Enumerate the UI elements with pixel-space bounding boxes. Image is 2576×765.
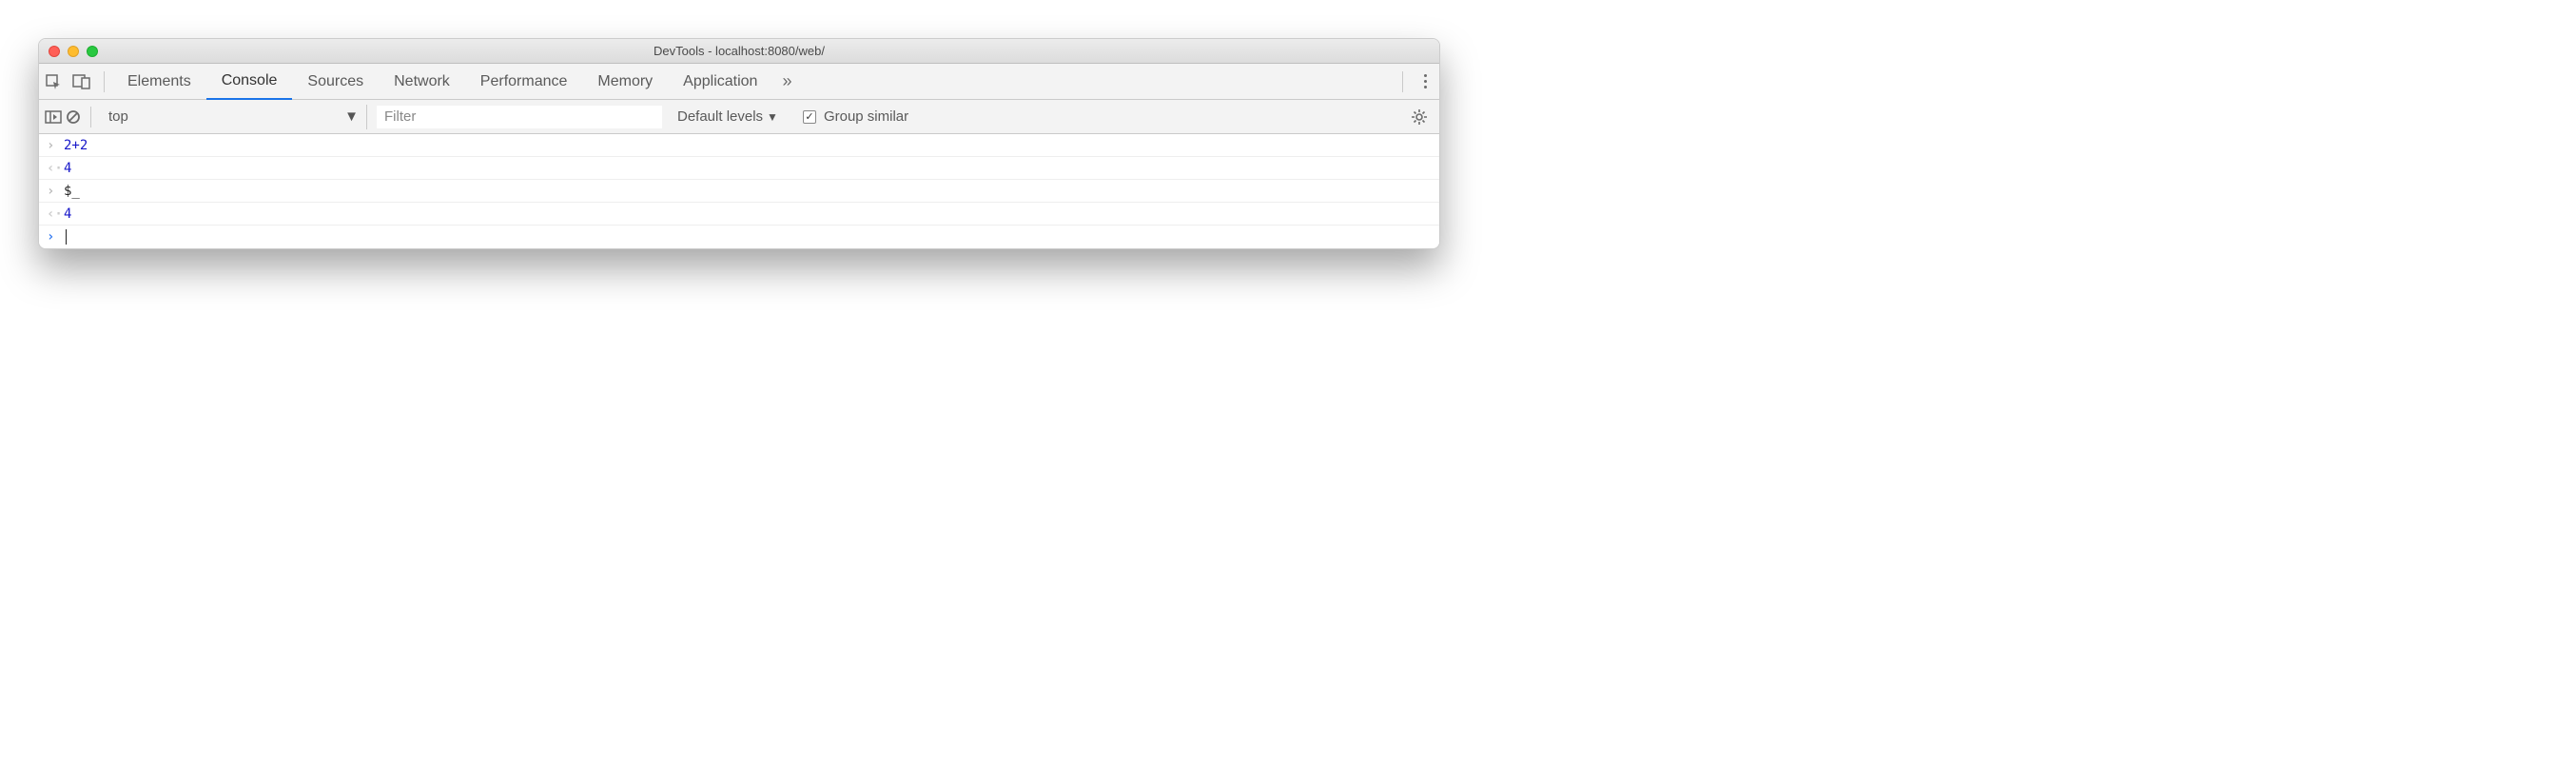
console-input-row: › $_ (39, 180, 1439, 203)
console-toolbar: top ▼ Default levels ▼ ✓ Group similar (39, 100, 1439, 134)
tab-label: Memory (597, 73, 653, 90)
tab-label: Application (683, 73, 757, 90)
console-output[interactable]: › 2+2 ‹· 4 › $_ ‹· 4 › (39, 134, 1439, 248)
filter-input[interactable] (377, 106, 662, 128)
context-value: top (108, 108, 128, 125)
chevron-down-icon: ▼ (344, 108, 359, 125)
tab-performance[interactable]: Performance (465, 64, 583, 99)
input-arrow-icon: › (47, 184, 64, 199)
divider (104, 71, 105, 92)
device-toggle-icon[interactable] (68, 68, 96, 96)
console-settings-icon[interactable] (1411, 108, 1428, 126)
levels-label: Default levels (677, 108, 763, 125)
panel-tabbar: Elements Console Sources Network Perform… (39, 64, 1439, 100)
console-result: 4 (64, 161, 71, 176)
console-expression: 2+2 (64, 138, 88, 153)
console-result: 4 (64, 206, 71, 222)
prompt-arrow-icon: › (47, 229, 64, 245)
titlebar: DevTools - localhost:8080/web/ (39, 39, 1439, 64)
minimize-window-button[interactable] (68, 46, 79, 57)
tab-label: Elements (127, 73, 191, 90)
tab-sources[interactable]: Sources (292, 64, 379, 99)
group-similar-label: Group similar (824, 108, 908, 125)
group-similar-checkbox[interactable]: ✓ (803, 110, 816, 124)
inspect-element-icon[interactable] (39, 68, 68, 96)
tab-label: Performance (480, 73, 568, 90)
context-selector[interactable]: top ▼ (101, 105, 367, 129)
tab-network[interactable]: Network (379, 64, 465, 99)
chevron-down-icon: ▼ (767, 110, 778, 124)
tab-application[interactable]: Application (668, 64, 772, 99)
tab-console[interactable]: Console (206, 65, 293, 100)
tab-label: Network (394, 73, 450, 90)
console-prompt-row[interactable]: › (39, 226, 1439, 248)
window-title: DevTools - localhost:8080/web/ (39, 44, 1439, 58)
tab-label: Sources (307, 73, 363, 90)
more-tabs-icon[interactable]: » (772, 68, 801, 96)
zoom-window-button[interactable] (87, 46, 98, 57)
clear-console-icon[interactable] (66, 109, 81, 125)
output-arrow-icon: ‹· (47, 161, 64, 176)
console-output-row: ‹· 4 (39, 157, 1439, 180)
devtools-window: DevTools - localhost:8080/web/ Elements … (38, 38, 1440, 249)
console-output-row: ‹· 4 (39, 203, 1439, 226)
text-cursor (66, 229, 67, 245)
output-arrow-icon: ‹· (47, 206, 64, 222)
window-controls (49, 46, 98, 57)
divider (1402, 71, 1403, 92)
console-expression: $_ (64, 184, 80, 199)
input-arrow-icon: › (47, 138, 64, 153)
tab-label: Console (222, 72, 278, 89)
log-levels-selector[interactable]: Default levels ▼ (666, 108, 790, 125)
tab-memory[interactable]: Memory (582, 64, 668, 99)
toggle-sidebar-icon[interactable] (45, 110, 62, 124)
close-window-button[interactable] (49, 46, 60, 57)
divider (90, 107, 91, 128)
tab-elements[interactable]: Elements (112, 64, 206, 99)
console-input-row: › 2+2 (39, 134, 1439, 157)
devtools-menu-icon[interactable] (1411, 74, 1439, 88)
